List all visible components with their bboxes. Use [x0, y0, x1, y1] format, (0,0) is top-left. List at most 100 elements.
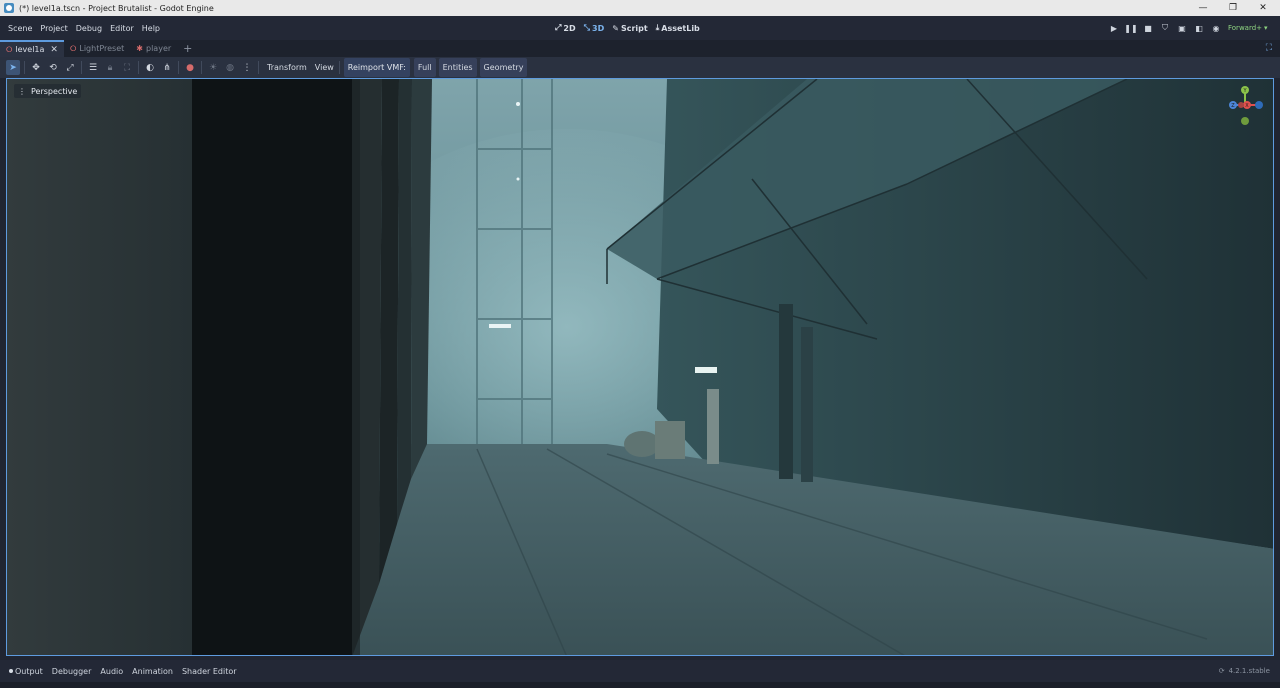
viewport-perspective-menu[interactable]: ⋮ Perspective — [14, 84, 82, 98]
view-gizmo[interactable]: Y Z X — [1225, 85, 1265, 125]
tab-debugger[interactable]: Debugger — [52, 667, 92, 676]
renderer-selector[interactable]: Forward+ ▾ — [1228, 16, 1268, 40]
3d-viewport[interactable]: ⋮ Perspective Y Z X — [6, 78, 1274, 656]
viewport-render — [7, 79, 1273, 655]
gizmo-neg-y-handle[interactable] — [1241, 117, 1249, 125]
editor-menubar: Scene Project Debug Editor Help ⤢ 2D ⤡ 3… — [0, 16, 1280, 40]
rotate-mode-icon[interactable]: ⟲ — [46, 60, 60, 75]
close-icon[interactable]: ✕ — [50, 45, 58, 55]
tab-animation[interactable]: Animation — [132, 667, 173, 676]
play-scene-icon[interactable]: ▣ — [1176, 22, 1188, 34]
tab-level1a-label: level1a — [15, 45, 45, 54]
window-title: (*) level1a.tscn - Project Brutalist - G… — [19, 3, 214, 13]
main-screen-script-button[interactable]: ✎ Script — [612, 24, 647, 33]
main-menu: Scene Project Debug Editor Help — [4, 24, 164, 33]
tab-audio[interactable]: Audio — [100, 667, 123, 676]
distraction-free-icon[interactable]: ⛶ — [1266, 43, 1272, 53]
main-screen-2d-button[interactable]: ⤢ 2D — [555, 23, 576, 33]
toolbar-divider — [338, 61, 340, 74]
menu-help[interactable]: Help — [138, 24, 164, 33]
snap-icon[interactable]: ⋔ — [160, 60, 174, 75]
tab-output[interactable]: Output — [9, 667, 43, 676]
reimport-geometry-button[interactable]: Geometry — [479, 58, 528, 77]
perspective-label: Perspective — [31, 86, 78, 96]
menu-project[interactable]: Project — [36, 24, 71, 33]
node3d-icon: ⭘ — [69, 43, 77, 53]
spatial-editor-toolbar: ➤ ✥ ⟲ ⤢ ☰ 🔒︎ ⛶ ◐ ⋔ ● ☀ ◍ ⋮ Transform Vie… — [0, 57, 1280, 78]
add-scene-tab-button[interactable]: + — [177, 40, 198, 57]
main-screen-2d-label: 2D — [563, 23, 576, 33]
update-spinner-icon: ⟳ — [1218, 667, 1225, 675]
scale-mode-icon[interactable]: ⤢ — [63, 60, 77, 75]
play-custom-scene-icon[interactable]: ◧ — [1193, 22, 1205, 34]
transform-menu[interactable]: Transform — [263, 58, 311, 77]
minimize-button[interactable]: — — [1188, 0, 1218, 16]
select-mode-icon[interactable]: ➤ — [6, 60, 20, 75]
tab-lightpreset[interactable]: ⭘ LightPreset — [64, 40, 130, 57]
gizmo-neg-x-handle[interactable] — [1238, 102, 1244, 108]
plus-icon: + — [183, 42, 193, 55]
toolbar-divider — [258, 61, 259, 74]
main-screen-script-label: Script — [620, 23, 648, 33]
remote-debug-icon[interactable]: ⛉ — [1159, 22, 1171, 34]
group-icon[interactable]: ⛶ — [120, 60, 134, 75]
tab-player[interactable]: ✱ player — [130, 40, 177, 57]
bottom-panel-bar: Output Debugger Audio Animation Shader E… — [0, 660, 1280, 682]
lock-icon[interactable]: 🔒︎ — [103, 60, 117, 75]
footer-strip — [0, 682, 1280, 688]
camera-override-icon[interactable]: ● — [183, 60, 197, 75]
assetlib-icon: ⤓ — [655, 23, 660, 32]
2d-icon: ⤢ — [555, 23, 562, 32]
reimport-vmf-label: Reimport VMF: — [343, 58, 410, 77]
stop-icon[interactable]: ■ — [1142, 22, 1154, 34]
version-indicator[interactable]: ⟳ 4.2.1.stable — [1219, 660, 1270, 682]
godot-app-icon — [4, 3, 14, 13]
main-screen-3d-label: 3D — [592, 23, 605, 33]
menu-scene[interactable]: Scene — [4, 24, 36, 33]
status-dot-icon — [9, 669, 13, 673]
3d-icon: ⤡ — [583, 23, 591, 32]
main-screen-assetlib-button[interactable]: ⤓ AssetLib — [656, 23, 700, 33]
list-select-icon[interactable]: ☰ — [86, 60, 100, 75]
tab-output-label: Output — [15, 666, 43, 676]
run-bar: ▶ ❚❚ ■ ⛉ ▣ ◧ ◉ — [1108, 16, 1222, 40]
local-space-icon[interactable]: ◐ — [143, 60, 157, 75]
toolbar-divider — [178, 61, 179, 74]
main-screen-3d-button[interactable]: ⤡ 3D — [584, 23, 605, 33]
sun-preview-icon[interactable]: ☀ — [206, 60, 220, 75]
character-body-icon: ✱ — [136, 44, 143, 53]
gizmo-z-label: Z — [1231, 103, 1235, 109]
gizmo-x-label: X — [1245, 103, 1249, 109]
close-window-button[interactable]: ✕ — [1248, 0, 1278, 16]
os-titlebar: (*) level1a.tscn - Project Brutalist - G… — [0, 0, 1280, 16]
move-mode-icon[interactable]: ✥ — [29, 60, 43, 75]
toolbar-divider — [81, 61, 82, 74]
tab-player-label: player — [146, 44, 172, 53]
renderer-label: Forward+ — [1228, 24, 1263, 32]
script-icon: ✎ — [612, 23, 619, 33]
reimport-entities-button[interactable]: Entities — [438, 58, 477, 77]
tab-level1a[interactable]: ⭘ level1a ✕ — [0, 40, 64, 57]
more-options-icon[interactable]: ⋮ — [240, 60, 254, 75]
main-screen-switcher: ⤢ 2D ⤡ 3D ✎ Script ⤓ AssetLib — [555, 16, 700, 40]
maximize-button[interactable]: ❐ — [1218, 0, 1248, 16]
movie-maker-icon[interactable]: ◉ — [1210, 22, 1222, 34]
tab-lightpreset-label: LightPreset — [79, 44, 125, 53]
view-menu[interactable]: View — [311, 58, 338, 77]
pause-icon[interactable]: ❚❚ — [1124, 22, 1137, 34]
toolbar-divider — [201, 61, 202, 74]
toolbar-divider — [24, 61, 25, 74]
gizmo-neg-z-handle[interactable] — [1255, 101, 1263, 109]
kebab-menu-icon: ⋮ — [18, 86, 26, 96]
menu-editor[interactable]: Editor — [106, 24, 138, 33]
reimport-full-button[interactable]: Full — [413, 58, 436, 77]
tab-shader-editor[interactable]: Shader Editor — [182, 667, 237, 676]
toolbar-divider — [138, 61, 139, 74]
environment-preview-icon[interactable]: ◍ — [223, 60, 237, 75]
main-screen-assetlib-label: AssetLib — [661, 23, 700, 33]
menu-debug[interactable]: Debug — [72, 24, 106, 33]
scene-tabs: ⭘ level1a ✕ ⭘ LightPreset ✱ player + ⛶ — [0, 40, 1280, 57]
play-icon[interactable]: ▶ — [1108, 22, 1120, 34]
node3d-icon: ⭘ — [6, 44, 13, 54]
chevron-down-icon: ▾ — [1264, 24, 1268, 32]
